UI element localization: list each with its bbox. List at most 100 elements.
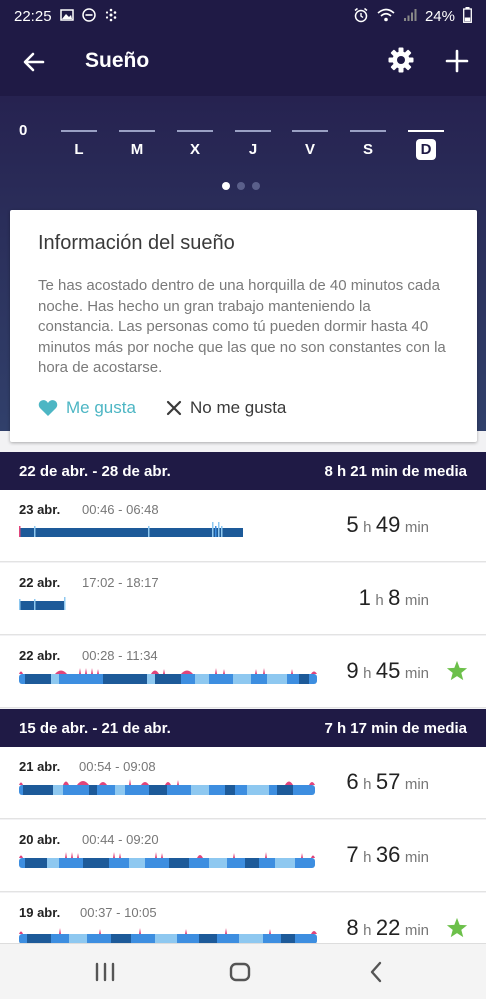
status-bar: 22:25 24%: [0, 0, 486, 32]
day-column-x[interactable]: X: [177, 130, 213, 159]
day-bar: [177, 130, 213, 132]
day-bar: [235, 130, 271, 132]
day-label: S: [362, 141, 373, 158]
entry-time-range: 00:54 - 09:08: [79, 759, 156, 774]
entry-duration: 1 h 8 min: [359, 585, 429, 611]
day-bar: [292, 130, 328, 132]
duration-minutes: 45: [375, 658, 401, 683]
add-button[interactable]: [444, 48, 470, 74]
entry-date: 19 abr.: [19, 905, 61, 920]
star-icon: [446, 660, 468, 681]
entry-date: 20 abr.: [19, 832, 61, 847]
week-average: 8 h 21 min de media: [324, 462, 467, 480]
hours-unit: h: [375, 592, 384, 609]
day-column-j[interactable]: J: [235, 130, 271, 159]
recent-apps-button[interactable]: [92, 959, 120, 985]
star-icon: [446, 917, 468, 938]
entry-date: 23 abr.: [19, 502, 61, 517]
week-header: 22 de abr. - 28 de abr. 8 h 21 min de me…: [0, 452, 486, 490]
dislike-label: No me gusta: [190, 398, 287, 417]
hours-unit: h: [363, 922, 372, 939]
day-bar: [61, 130, 97, 132]
entry-time-range: 00:44 - 09:20: [82, 832, 159, 847]
duration-hours: 8: [346, 915, 359, 940]
sleep-entry[interactable]: 23 abr. 00:46 - 06:48 5 h 49 min: [0, 490, 486, 562]
entry-time-range: 00:37 - 10:05: [80, 905, 157, 920]
page-dot: [252, 182, 260, 190]
duration-hours: 1: [358, 585, 371, 610]
day-column-s[interactable]: S: [350, 130, 386, 159]
page-dot-active: [222, 182, 230, 190]
sleep-entry[interactable]: 22 abr. 00:28 - 11:34 9 h 45 min: [0, 636, 486, 708]
duration-minutes: 8: [388, 585, 401, 610]
sleep-entry[interactable]: 20 abr. 00:44 - 09:20 7 h 36 min: [0, 820, 486, 892]
settings-button[interactable]: [387, 46, 415, 74]
day-label: V: [304, 141, 315, 158]
gear-icon: [388, 47, 414, 73]
entry-date: 21 abr.: [19, 759, 61, 774]
duration-minutes: 49: [375, 512, 401, 537]
dislike-button[interactable]: No me gusta: [166, 398, 286, 418]
fitbit-icon: [104, 8, 118, 24]
duration-hours: 7: [346, 842, 359, 867]
status-right: 24%: [353, 7, 472, 25]
info-card-title: Información del sueño: [38, 232, 235, 254]
entry-time-range: 17:02 - 18:17: [82, 575, 159, 590]
day-bar: [408, 130, 444, 132]
entry-time-range: 00:28 - 11:34: [82, 648, 158, 663]
image-icon: [59, 9, 74, 23]
recent-apps-icon: [95, 962, 115, 982]
duration-minutes: 36: [375, 842, 401, 867]
sleep-info-card: Información del sueño Te has acostado de…: [10, 210, 477, 442]
back-nav-button[interactable]: [364, 959, 392, 985]
hours-unit: h: [363, 519, 372, 536]
duration-minutes: 22: [375, 915, 401, 940]
day-label: X: [189, 141, 200, 158]
week-average: 7 h 17 min de media: [324, 719, 467, 737]
app-bar: Sueño: [0, 32, 486, 96]
like-label: Me gusta: [66, 398, 136, 417]
close-icon: [166, 400, 182, 416]
duration-hours: 6: [346, 769, 359, 794]
page-indicator: [222, 182, 260, 190]
alarm-icon: [353, 7, 369, 25]
sleep-entry[interactable]: 22 abr. 17:02 - 18:17 1 h 8 min: [0, 563, 486, 635]
minutes-unit: min: [404, 665, 429, 682]
back-nav-icon: [370, 961, 382, 983]
signal-icon: [403, 8, 417, 24]
back-button[interactable]: [20, 48, 48, 76]
battery-percent: 24%: [424, 7, 455, 25]
sleep-stage-bar: [19, 668, 317, 684]
day-column-v[interactable]: V: [292, 130, 328, 159]
week-range: 22 de abr. - 28 de abr.: [19, 462, 171, 480]
entry-duration: 7 h 36 min: [346, 842, 429, 868]
sleep-stage-bar: [19, 522, 243, 537]
entry-date: 22 abr.: [19, 648, 61, 663]
system-nav-bar: [0, 943, 486, 999]
day-column-d-selected[interactable]: D: [408, 130, 444, 160]
hours-unit: h: [363, 665, 372, 682]
day-column-m[interactable]: M: [119, 130, 155, 159]
home-button[interactable]: [227, 959, 255, 985]
status-time: 22:25: [14, 7, 52, 25]
sleep-stage-bar: [19, 779, 315, 795]
info-card-text: Te has acostado dentro de una horquilla …: [38, 277, 446, 376]
entry-duration: 9 h 45 min: [346, 658, 429, 684]
home-icon: [229, 962, 251, 982]
sleep-entry[interactable]: 21 abr. 00:54 - 09:08 6 h 57 min: [0, 747, 486, 819]
duration-hours: 5: [346, 512, 359, 537]
entry-duration: 8 h 22 min: [346, 915, 429, 941]
sleep-stage-bar: [19, 597, 66, 610]
sleep-stage-bar: [19, 852, 315, 868]
day-label: J: [248, 141, 258, 158]
status-left: 22:25: [14, 8, 118, 25]
arrow-left-icon: [23, 52, 45, 72]
minutes-unit: min: [404, 519, 429, 536]
minutes-unit: min: [404, 776, 429, 793]
day-column-l[interactable]: L: [61, 130, 97, 159]
like-button[interactable]: Me gusta: [38, 398, 136, 418]
minutes-unit: min: [404, 922, 429, 939]
minutes-unit: min: [404, 592, 429, 609]
sleep-entry[interactable]: 19 abr. 00:37 - 10:05 8 h 22 min: [0, 893, 486, 944]
page-title: Sueño: [85, 49, 150, 72]
